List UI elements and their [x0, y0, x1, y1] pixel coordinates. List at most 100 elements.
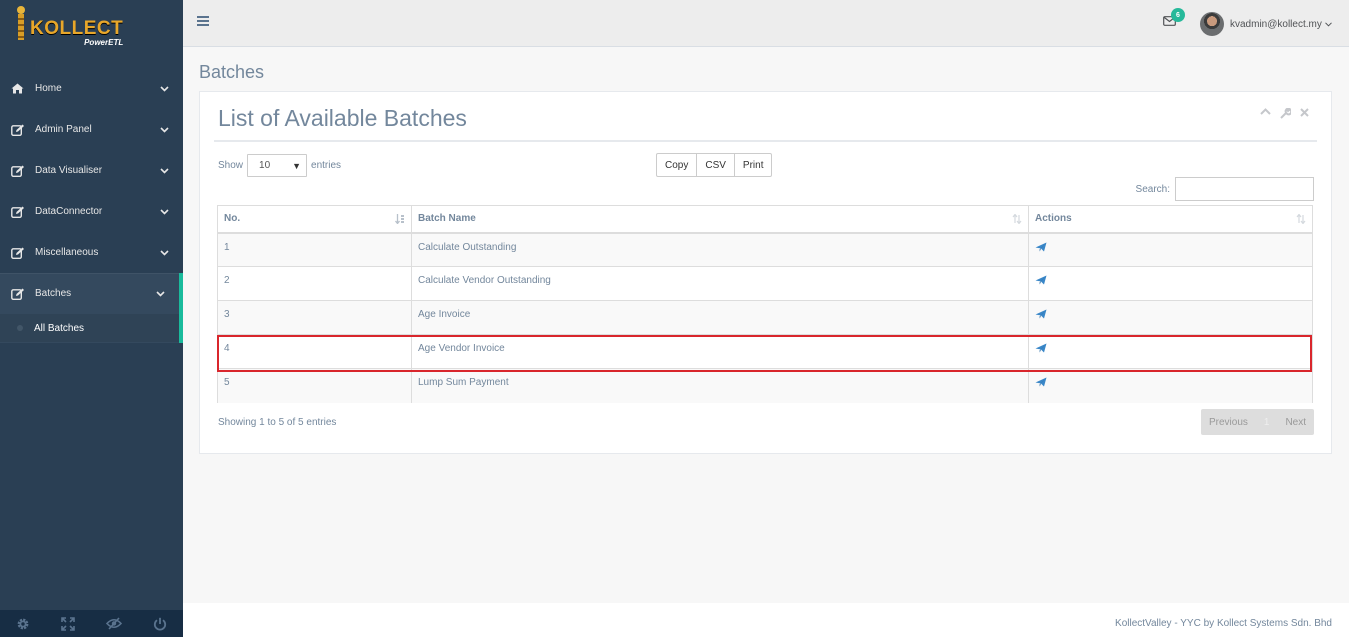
sidebar-menu: Home Admin Panel Data Visualiser DataCon…: [0, 68, 183, 343]
table-search: Search:: [1136, 177, 1314, 201]
sidebar-item-label: Data Visualiser: [35, 165, 103, 176]
sort-ascending-icon: [395, 214, 405, 224]
cell-actions: [1028, 368, 1313, 403]
table-header-row: No. Batch Name Actions: [217, 205, 1313, 234]
page-length-select[interactable]: 10 ▼: [247, 154, 308, 177]
cell-actions: [1028, 232, 1313, 267]
sidebar: KOLLECT PowerETL Home Admin Panel Data V…: [0, 0, 183, 637]
cell-no: 3: [217, 300, 412, 335]
sidebar-subitem-label: All Batches: [34, 322, 85, 334]
sidebar-item-home[interactable]: Home: [0, 68, 183, 109]
cell-actions: [1028, 300, 1313, 335]
cell-no: 5: [217, 368, 412, 403]
cell-batch-name: Calculate Outstanding: [411, 232, 1029, 267]
current-page-button[interactable]: 1: [1255, 409, 1278, 435]
page-length-value: 10: [259, 160, 271, 171]
cell-actions: [1028, 334, 1313, 369]
sidebar-subitem-all-batches[interactable]: All Batches: [0, 314, 179, 342]
chevron-down-icon: [1324, 21, 1332, 27]
wrench-icon[interactable]: [1280, 108, 1291, 119]
fullscreen-icon[interactable]: [61, 616, 75, 631]
chevron-down-icon: [160, 167, 169, 174]
page-length-control: Show 10 ▼ entries: [218, 154, 341, 177]
sidebar-item-dataconnector[interactable]: DataConnector: [0, 191, 183, 232]
chevron-down-icon: [160, 208, 169, 215]
dropdown-arrow-icon: ▼: [292, 160, 302, 171]
user-profile-menu[interactable]: kvadmin@kollect.my: [1200, 12, 1332, 36]
table-row: 4 Age Vendor Invoice: [217, 334, 1313, 369]
logout-icon[interactable]: [153, 617, 167, 631]
cell-batch-name: Calculate Vendor Outstanding: [411, 266, 1029, 301]
run-batch-icon[interactable]: [1035, 275, 1047, 285]
print-button[interactable]: Print: [733, 153, 773, 177]
menu-toggle-icon[interactable]: [197, 15, 209, 30]
cell-batch-name: Lump Sum Payment: [411, 368, 1029, 403]
sidebar-item-miscellaneous[interactable]: Miscellaneous: [0, 232, 183, 273]
sort-icon: [1012, 214, 1022, 224]
collapse-icon[interactable]: [1260, 108, 1271, 119]
column-header-label: Actions: [1035, 213, 1072, 225]
page-title: Batches: [199, 62, 265, 82]
column-header-label: Batch Name: [418, 213, 476, 225]
chevron-down-icon: [160, 126, 169, 133]
bullet-icon: [17, 325, 23, 331]
previous-page-button[interactable]: Previous: [1201, 409, 1256, 435]
sidebar-item-batches[interactable]: Batches: [0, 273, 183, 314]
column-header-label: No.: [224, 213, 241, 225]
next-page-button[interactable]: Next: [1277, 409, 1314, 435]
chevron-down-icon: [156, 290, 165, 297]
panel-title: List of Available Batches: [218, 105, 467, 131]
edit-icon: [11, 288, 27, 300]
edit-icon: [11, 124, 27, 136]
sidebar-item-label: Batches: [35, 288, 72, 299]
table-info: Showing 1 to 5 of 5 entries: [218, 417, 337, 428]
chevron-down-icon: [160, 85, 169, 92]
close-icon[interactable]: [1300, 108, 1309, 119]
sidebar-item-label: DataConnector: [35, 206, 103, 217]
entries-label: entries: [311, 160, 342, 171]
sidebar-item-label: Admin Panel: [35, 124, 92, 135]
brand-title: KOLLECT: [30, 18, 124, 39]
sidebar-item-data-visualiser[interactable]: Data Visualiser: [0, 150, 183, 191]
pagination: Previous 1 Next: [1200, 409, 1314, 435]
chevron-down-icon: [160, 249, 169, 256]
batches-panel: List of Available Batches Show 10 ▼ entr…: [199, 91, 1332, 454]
edit-icon: [11, 247, 27, 259]
column-header-batch-name[interactable]: Batch Name: [411, 205, 1029, 234]
kollect-logo-icon: [14, 6, 28, 42]
footer-text: KollectValley - YYC by Kollect Systems S…: [1115, 618, 1332, 629]
batches-submenu: All Batches: [0, 314, 183, 343]
avatar: [1200, 12, 1224, 36]
edit-icon: [11, 206, 27, 218]
notification-badge: 6: [1171, 8, 1185, 22]
brand-logo: KOLLECT PowerETL: [14, 6, 123, 47]
column-header-no[interactable]: No.: [217, 205, 412, 234]
settings-icon[interactable]: [16, 617, 30, 631]
sidebar-item-label: Miscellaneous: [35, 247, 99, 258]
table-row: 5 Lump Sum Payment: [217, 368, 1313, 403]
copy-button[interactable]: Copy: [656, 153, 698, 177]
search-label: Search:: [1135, 183, 1170, 195]
search-input[interactable]: [1175, 177, 1314, 201]
lock-icon[interactable]: [106, 617, 123, 630]
cell-no: 1: [217, 232, 412, 267]
table-row: 3 Age Invoice: [217, 300, 1313, 335]
brand[interactable]: KOLLECT PowerETL: [0, 0, 183, 56]
home-icon: [11, 83, 27, 94]
show-label: Show: [218, 160, 244, 171]
sidebar-item-admin-panel[interactable]: Admin Panel: [0, 109, 183, 150]
run-batch-icon[interactable]: [1035, 242, 1047, 252]
sidebar-footer: [0, 610, 183, 637]
column-header-actions[interactable]: Actions: [1028, 205, 1313, 234]
run-batch-icon[interactable]: [1035, 377, 1047, 387]
sort-icon: [1296, 214, 1306, 224]
run-batch-icon[interactable]: [1035, 309, 1047, 319]
sidebar-item-label: Home: [35, 83, 62, 94]
csv-button[interactable]: CSV: [696, 153, 735, 177]
table-row: 2 Calculate Vendor Outstanding: [217, 266, 1313, 301]
run-batch-icon[interactable]: [1035, 343, 1047, 353]
batches-table: No. Batch Name Actions 1 Calculate Outst…: [217, 205, 1313, 403]
export-buttons: Copy CSV Print: [656, 153, 773, 177]
cell-no: 4: [217, 334, 412, 369]
top-navbar: 6 kvadmin@kollect.my: [183, 0, 1349, 47]
